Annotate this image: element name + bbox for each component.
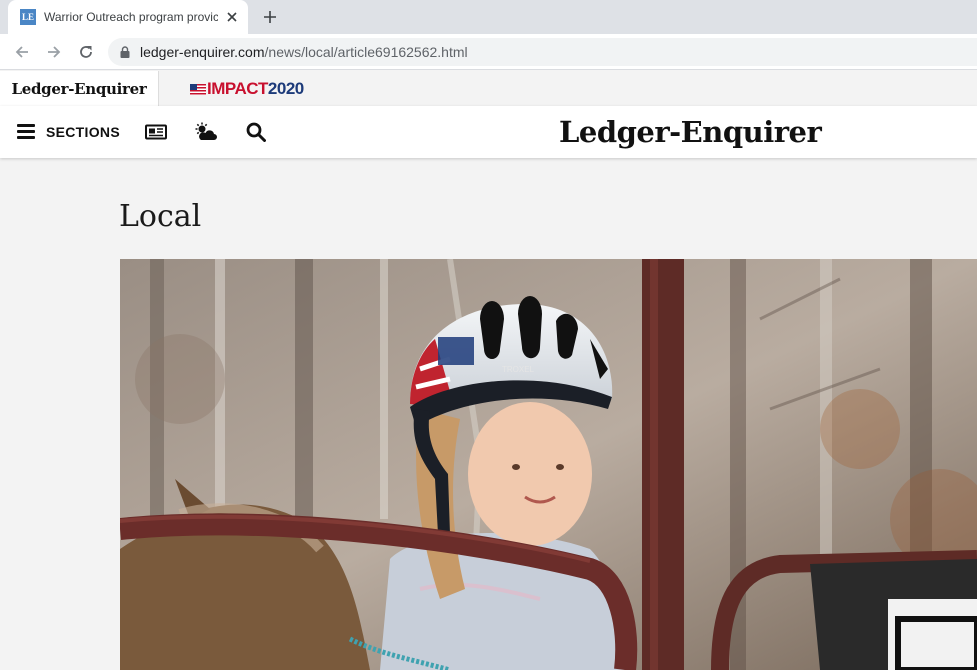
utility-bar: Ledger-Enquirer IMPACT 2020: [0, 71, 977, 106]
newspaper-icon[interactable]: [144, 120, 168, 144]
masthead-logo[interactable]: Ledger-Enquirer: [559, 115, 822, 149]
lock-icon: [120, 46, 130, 58]
browser-tabstrip: LE Warrior Outreach program provic: [0, 0, 977, 34]
forward-arrow-icon[interactable]: [44, 42, 64, 62]
url-host: ledger-enquirer.com: [140, 44, 265, 60]
impact-year: 2020: [267, 79, 304, 98]
browser-tab[interactable]: LE Warrior Outreach program provic: [8, 0, 248, 34]
impact-label: IMPACT: [207, 79, 268, 98]
browser-toolbar: ledger-enquirer.com/news/local/article69…: [0, 34, 977, 70]
reload-icon[interactable]: [76, 42, 96, 62]
sections-button[interactable]: SECTIONS: [46, 124, 120, 140]
back-arrow-icon[interactable]: [12, 42, 32, 62]
url-text: ledger-enquirer.com/news/local/article69…: [140, 44, 468, 60]
new-tab-icon[interactable]: [260, 7, 280, 27]
impact2020-link[interactable]: IMPACT 2020: [190, 79, 304, 99]
helmet-brand-label: TROXEL: [502, 365, 535, 374]
weather-icon[interactable]: [194, 120, 218, 144]
favicon-icon: LE: [20, 9, 36, 25]
flag-icon: [190, 83, 206, 95]
home-logo-link[interactable]: Ledger-Enquirer: [0, 71, 159, 106]
search-icon[interactable]: [244, 120, 268, 144]
tab-title: Warrior Outreach program provic: [44, 10, 218, 24]
section-title: Local: [119, 199, 202, 234]
site-header: SECTIONS Ledger-Enquirer: [0, 106, 977, 158]
utility-logo: Ledger-Enquirer: [11, 79, 147, 98]
close-icon[interactable]: [224, 9, 240, 25]
hero-image[interactable]: TROXEL: [120, 259, 977, 670]
url-path: /news/local/article69162562.html: [264, 44, 468, 60]
menu-icon[interactable]: [17, 124, 35, 140]
address-bar[interactable]: ledger-enquirer.com/news/local/article69…: [108, 38, 977, 66]
hero-photo: TROXEL: [120, 259, 977, 670]
